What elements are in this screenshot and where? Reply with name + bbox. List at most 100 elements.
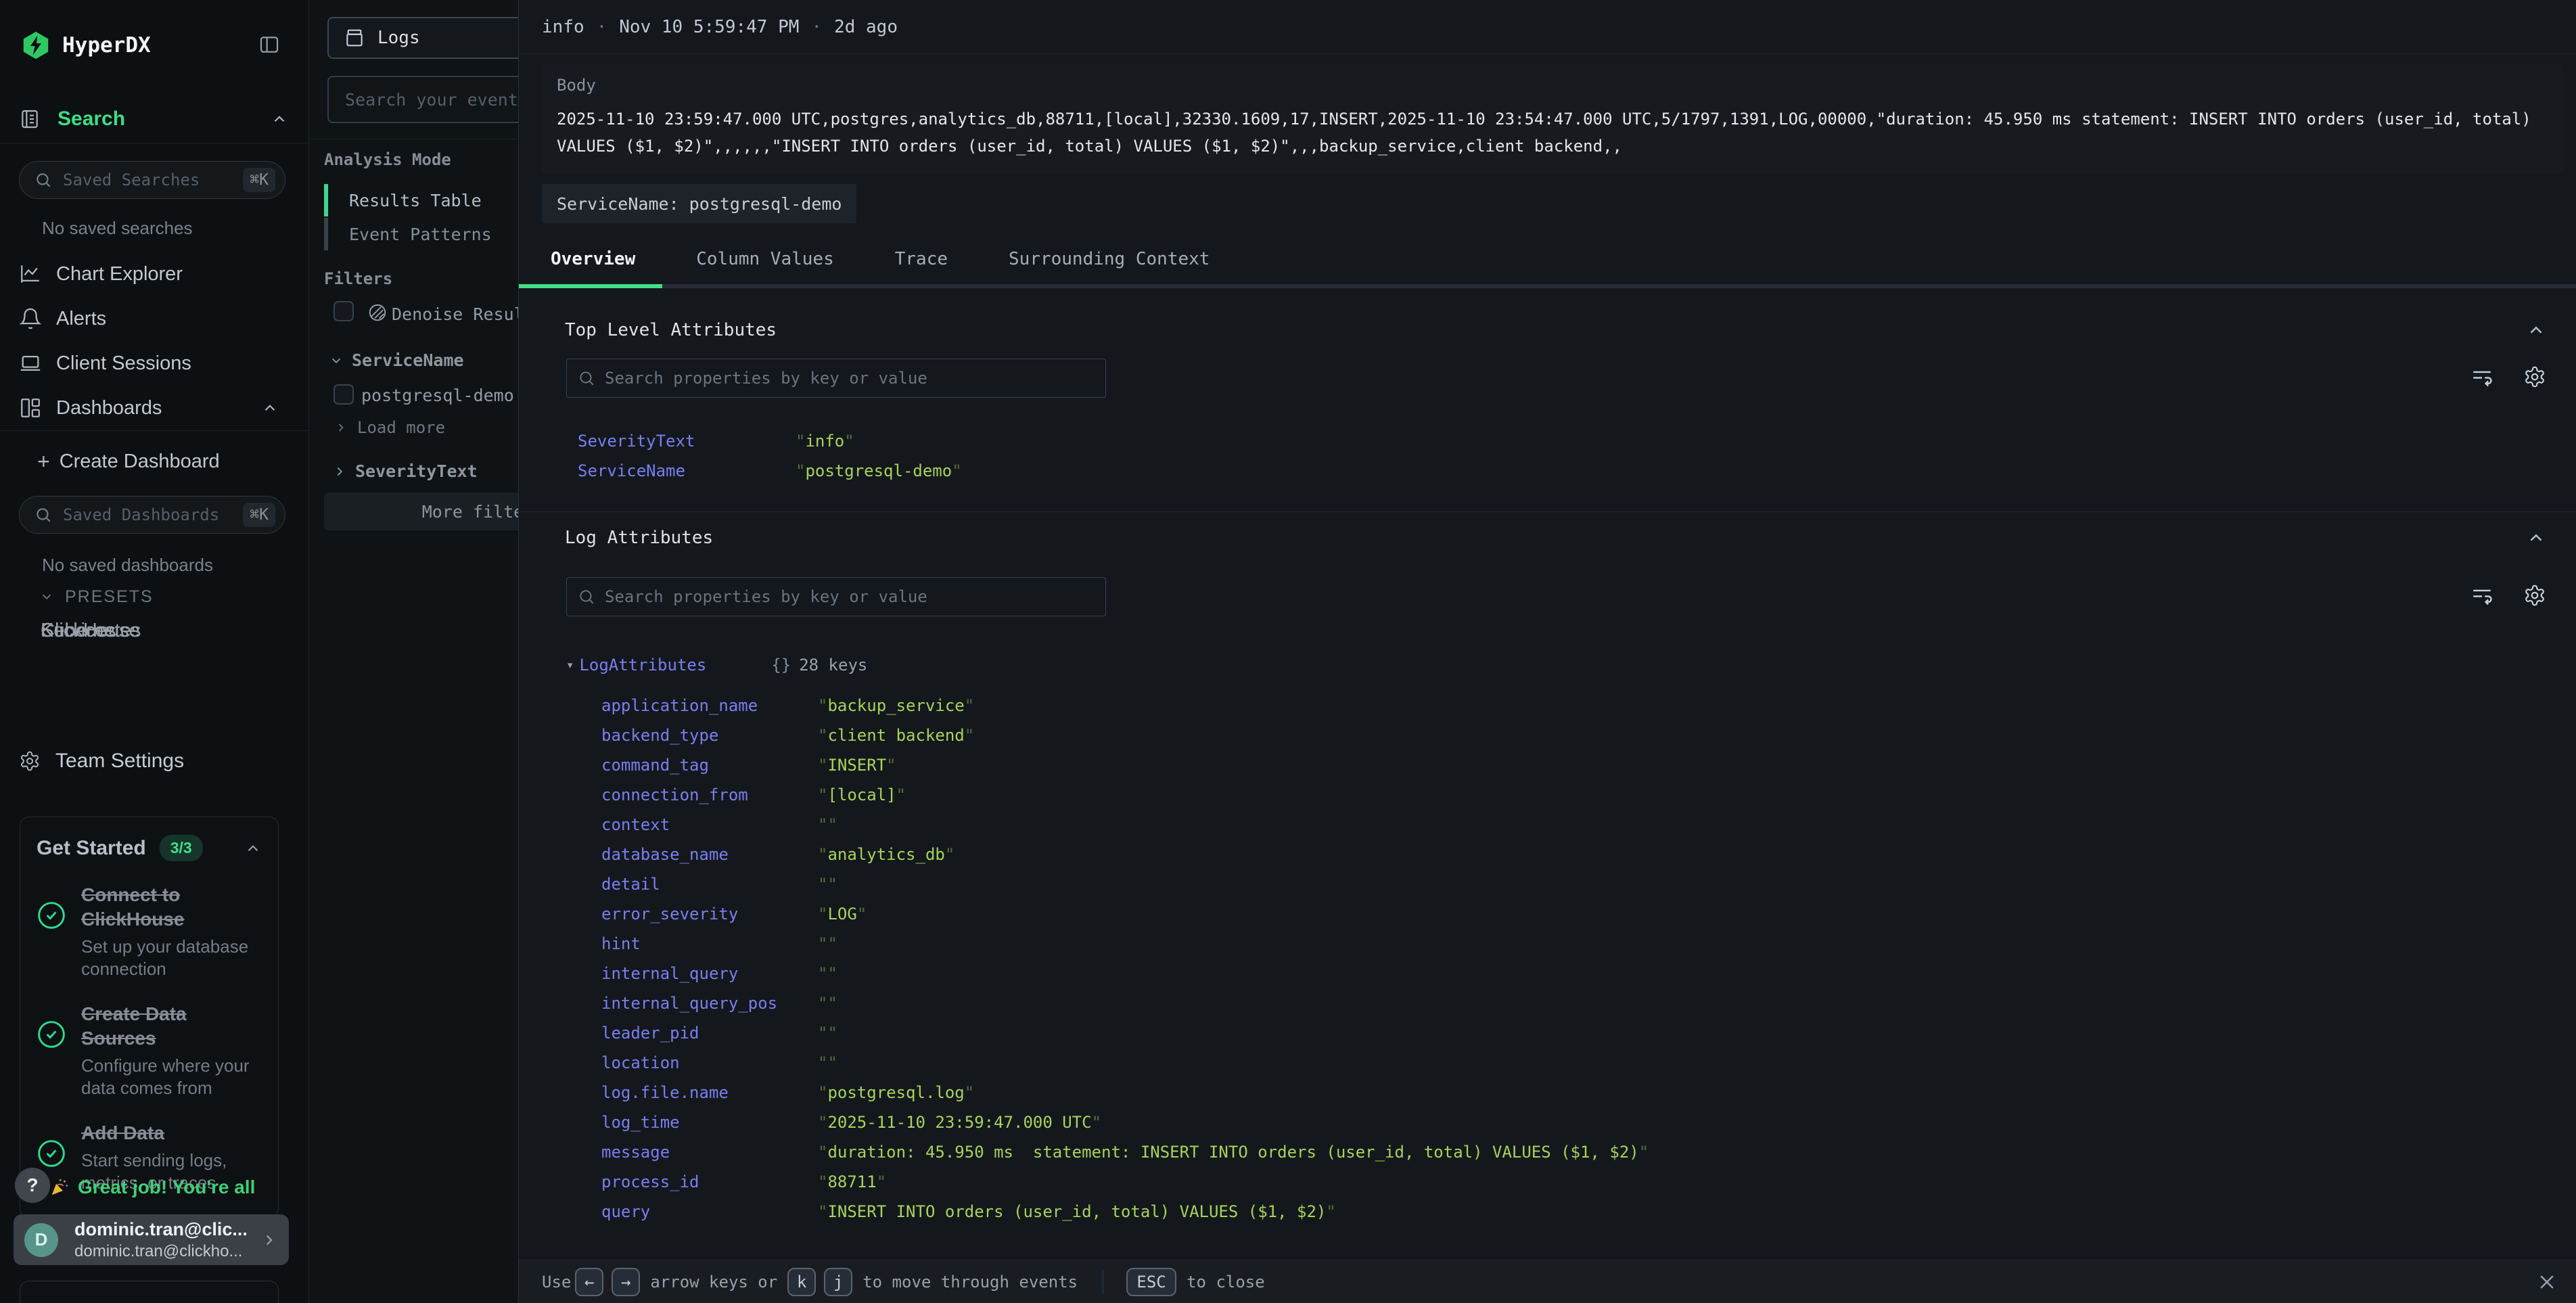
denoise-checkbox[interactable] — [334, 301, 354, 321]
sidebar-item-search[interactable]: Search — [19, 106, 288, 133]
close-icon[interactable] — [2537, 1272, 2557, 1292]
log-attribute-row[interactable]: connection_from [local] — [519, 785, 2576, 815]
attribute-value[interactable]: client backend — [818, 726, 974, 745]
saved-searches-field[interactable] — [63, 170, 243, 189]
log-attribute-row[interactable]: log_time 2025-11-10 23:59:47.000 UTC — [519, 1113, 2576, 1143]
attribute-value[interactable]: INSERT — [818, 756, 896, 775]
log-attribute-row[interactable]: application_name backup_service — [519, 696, 2576, 726]
attribute-key[interactable]: backend_type — [601, 726, 818, 745]
help-button[interactable]: ? — [15, 1168, 50, 1203]
attribute-value[interactable] — [818, 964, 837, 983]
log-attribute-row[interactable]: command_tag INSERT — [519, 756, 2576, 785]
log-attribute-row[interactable]: internal_query_pos — [519, 994, 2576, 1024]
wrap-lines-icon[interactable] — [2470, 365, 2493, 388]
user-account-button[interactable]: D dominic.tran@clic... dominic.tran@clic… — [14, 1214, 289, 1265]
attribute-key[interactable]: connection_from — [601, 785, 818, 804]
log-attribute-row[interactable]: process_id 88711 — [519, 1172, 2576, 1202]
property-search-input[interactable] — [605, 587, 1095, 606]
sidebar-item-team-settings[interactable]: Team Settings — [19, 744, 184, 778]
attribute-key[interactable]: leader_pid — [601, 1024, 818, 1043]
log-attribute-row[interactable]: database_name analytics_db — [519, 845, 2576, 875]
service-name-tag[interactable]: ServiceName: postgresql-demo — [542, 184, 856, 223]
log-attribute-row[interactable]: log.file.name postgresql.log — [519, 1083, 2576, 1113]
attribute-key[interactable]: log_time — [601, 1113, 818, 1132]
gear-icon[interactable] — [2523, 584, 2546, 607]
attribute-key[interactable]: detail — [601, 875, 818, 894]
attribute-value[interactable]: backup_service — [818, 696, 974, 715]
mode-event-patterns[interactable]: Event Patterns — [324, 218, 492, 250]
log-attributes-root-row[interactable]: ▾ LogAttributes {}28 keys — [519, 650, 2576, 680]
attribute-row[interactable]: ServiceName postgresql-demo — [519, 461, 2576, 491]
attribute-key[interactable]: error_severity — [601, 905, 818, 923]
gear-icon[interactable] — [2523, 365, 2546, 388]
log-attribute-row[interactable]: location — [519, 1053, 2576, 1083]
postgresql-demo-checkbox[interactable] — [334, 384, 354, 405]
tab-trace[interactable]: Trace — [895, 249, 948, 284]
log-attribute-row[interactable]: context — [519, 815, 2576, 845]
attribute-key[interactable]: message — [601, 1143, 818, 1162]
attribute-key[interactable]: ServiceName — [578, 461, 796, 480]
tab-column-values[interactable]: Column Values — [696, 249, 834, 284]
property-search-box[interactable] — [566, 359, 1106, 398]
caret-down-icon[interactable]: ▾ — [566, 658, 574, 672]
log-attribute-row[interactable]: hint — [519, 934, 2576, 964]
tab-surrounding-context[interactable]: Surrounding Context — [1009, 249, 1210, 284]
filter-group-servicename[interactable]: ServiceName — [329, 350, 464, 370]
log-attribute-row[interactable]: query INSERT INTO orders (user_id, total… — [519, 1202, 2576, 1232]
filter-group-severitytext[interactable]: SeverityText — [332, 461, 478, 481]
attribute-key[interactable]: database_name — [601, 845, 818, 864]
attribute-value[interactable]: analytics_db — [818, 845, 954, 864]
attribute-key[interactable]: location — [601, 1053, 818, 1072]
attribute-value[interactable]: INSERT INTO orders (user_id, total) VALU… — [818, 1202, 1336, 1221]
filter-value-label[interactable]: postgresql-demo — [361, 386, 514, 405]
body-text[interactable]: 2025-11-10 23:59:47.000 UTC,postgres,ana… — [557, 106, 2549, 160]
chevron-up-icon[interactable] — [2526, 320, 2546, 340]
saved-searches-input[interactable]: ⌘K — [19, 161, 285, 199]
attribute-value[interactable] — [818, 1053, 837, 1072]
attribute-value[interactable]: LOG — [818, 905, 867, 923]
sidebar-item-alerts[interactable]: Alerts — [0, 298, 308, 340]
property-search-box[interactable] — [566, 577, 1106, 616]
log-attribute-row[interactable]: error_severity LOG — [519, 905, 2576, 934]
chevron-up-icon[interactable] — [244, 840, 262, 857]
preset-item[interactable]: Kubernetes — [41, 615, 141, 646]
sidebar-item-client-sessions[interactable]: Client Sessions — [0, 342, 308, 384]
tab-overview[interactable]: Overview — [551, 249, 635, 284]
sidebar-item-dashboards[interactable]: Dashboards — [0, 387, 308, 429]
presets-header[interactable]: PRESETS — [39, 586, 154, 608]
saved-dashboards-field[interactable] — [63, 505, 243, 524]
attribute-key[interactable]: query — [601, 1202, 818, 1221]
attribute-key[interactable]: application_name — [601, 696, 818, 715]
chevron-up-icon[interactable] — [2526, 528, 2546, 548]
attribute-key[interactable]: log.file.name — [601, 1083, 818, 1102]
sidebar-item-chart-explorer[interactable]: Chart Explorer — [0, 253, 308, 295]
attribute-key[interactable]: hint — [601, 934, 818, 953]
attribute-value[interactable] — [818, 1024, 837, 1043]
attribute-row[interactable]: SeverityText info — [519, 432, 2576, 461]
sidebar-collapse-icon[interactable] — [258, 34, 280, 55]
attribute-value[interactable]: [local] — [818, 785, 906, 804]
attribute-key[interactable]: internal_query_pos — [601, 994, 818, 1013]
mode-results-table[interactable]: Results Table — [324, 184, 482, 216]
attribute-value[interactable]: postgresql.log — [818, 1083, 974, 1102]
attribute-key[interactable]: process_id — [601, 1172, 818, 1191]
chevron-up-icon[interactable] — [261, 399, 279, 417]
root-key[interactable]: LogAttributes — [579, 656, 706, 675]
log-attribute-row[interactable]: message duration: 45.950 ms statement: I… — [519, 1143, 2576, 1172]
attribute-value[interactable]: 88711 — [818, 1172, 886, 1191]
log-attribute-row[interactable]: detail — [519, 875, 2576, 905]
log-attribute-row[interactable]: internal_query — [519, 964, 2576, 994]
attribute-key[interactable]: SeverityText — [578, 432, 796, 451]
attribute-value[interactable] — [818, 934, 837, 953]
load-more-button[interactable]: Load more — [334, 418, 445, 437]
attribute-value[interactable]: info — [796, 432, 854, 451]
attribute-value[interactable] — [818, 875, 837, 894]
wrap-lines-icon[interactable] — [2470, 584, 2493, 607]
property-search-input[interactable] — [605, 369, 1095, 388]
attribute-value[interactable] — [818, 815, 837, 834]
attribute-key[interactable]: internal_query — [601, 964, 818, 983]
attribute-key[interactable]: context — [601, 815, 818, 834]
attribute-value[interactable]: postgresql-demo — [796, 461, 962, 480]
attribute-value[interactable]: duration: 45.950 ms statement: INSERT IN… — [818, 1143, 1649, 1162]
chevron-up-icon[interactable] — [271, 110, 288, 128]
